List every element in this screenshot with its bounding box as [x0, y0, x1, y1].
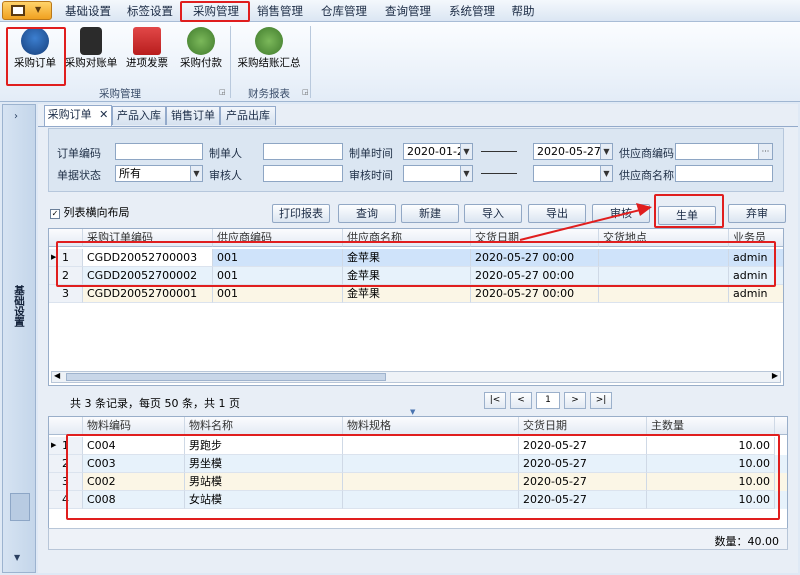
scroll-thumb[interactable]	[66, 373, 386, 381]
supplier-name-input[interactable]	[675, 165, 773, 182]
ellipsis-button[interactable]: ···	[758, 144, 772, 159]
menu-sales[interactable]: 销售管理	[254, 3, 306, 19]
audit-button[interactable]: 审核	[592, 204, 650, 223]
layout-checkbox[interactable]: ✓ 列表横向布局	[50, 204, 130, 220]
status-label: 单据状态	[57, 169, 101, 182]
group-label-purchase: 采购管理	[99, 88, 141, 100]
order-no-input[interactable]	[115, 143, 203, 160]
menu-help[interactable]: 帮助	[508, 3, 538, 19]
first-page-button[interactable]: |<	[484, 392, 506, 409]
chevron-down-icon[interactable]: ▼	[460, 144, 472, 159]
chevron-down-icon[interactable]: ▼	[600, 144, 612, 159]
input-invoice-button[interactable]: 进项发票	[119, 25, 175, 87]
highlight-purchase-menu	[180, 1, 250, 22]
chevron-down-icon: ▼	[35, 5, 42, 14]
new-button[interactable]: 新建	[401, 204, 459, 223]
group-expand-icon[interactable]: ◲	[302, 88, 309, 96]
column-header[interactable]: 物料编码	[83, 417, 185, 435]
purchase-statement-button[interactable]: 采购对账单	[63, 25, 119, 87]
print-report-button[interactable]: 打印报表	[272, 204, 330, 223]
prev-page-button[interactable]: <	[510, 392, 532, 409]
audit-to-input[interactable]: ▼	[533, 165, 613, 182]
menu-query[interactable]: 查询管理	[382, 3, 434, 19]
column-header[interactable]: 物料规格	[343, 417, 519, 435]
maker-input[interactable]	[263, 143, 343, 160]
menu-label[interactable]: 标签设置	[124, 3, 176, 19]
left-pane-scroll-thumb[interactable]	[10, 493, 30, 521]
purchase-payment-button[interactable]: 采购付款	[173, 25, 229, 87]
supplier-code-input[interactable]: ···	[675, 143, 773, 160]
menu-basic[interactable]: 基础设置	[62, 3, 114, 19]
column-header[interactable]: 主数量	[647, 417, 775, 435]
app-icon	[11, 5, 25, 16]
clipboard-icon	[80, 27, 102, 55]
detail-grid-header: 物料编码 物料名称 物料规格 交货日期 主数量	[49, 417, 787, 435]
payment-icon	[187, 27, 215, 55]
page-number-input[interactable]: 1	[536, 392, 560, 409]
highlight-order-row	[56, 241, 776, 287]
date-range-dash	[481, 151, 517, 152]
splitter-arrow-icon[interactable]: ▼	[410, 408, 415, 416]
chevron-down-icon[interactable]: ▼	[460, 166, 472, 181]
order-no-label: 订单编码	[57, 147, 101, 160]
close-icon[interactable]: ✕	[99, 108, 108, 121]
tab-purchase-order[interactable]: 采购订单 ✕	[44, 105, 112, 126]
current-row-icon: ▶	[51, 441, 57, 449]
purchase-settlement-summary-button[interactable]: 采购结账汇总	[236, 25, 302, 87]
highlight-detail-rows	[66, 434, 780, 520]
menu-warehouse[interactable]: 仓库管理	[318, 3, 370, 19]
last-page-button[interactable]: >|	[590, 392, 612, 409]
ribbon: 采购订单 采购对账单 进项发票 采购付款 采购管理 ◲ 采购结账汇总 财务报表 …	[0, 22, 800, 102]
app-menu-button[interactable]: ▼	[2, 1, 52, 20]
envelope-icon	[133, 27, 161, 55]
tab-sales-order[interactable]: 销售订单	[166, 106, 220, 125]
chevron-down-icon[interactable]: ▼	[600, 166, 612, 181]
tab-product-outbound[interactable]: 产品出库	[220, 106, 276, 125]
audit-time-label: 审核时间	[349, 169, 393, 182]
status-select[interactable]: 所有 ▼	[115, 165, 203, 182]
supplier-code-label: 供应商编码	[619, 147, 674, 160]
summary-icon	[255, 27, 283, 55]
scroll-down-icon[interactable]: ▼	[14, 553, 20, 562]
export-button[interactable]: 导出	[528, 204, 586, 223]
filter-panel: 订单编码 制单人 制单时间 2020-01-2( ▼ 2020-05-27 ▼ …	[48, 128, 784, 192]
query-button[interactable]: 查询	[338, 204, 396, 223]
group-label-finance: 财务报表	[248, 88, 290, 100]
maker-label: 制单人	[209, 147, 242, 160]
auditor-input[interactable]	[263, 165, 343, 182]
left-pane-label[interactable]: 基础设置	[13, 285, 27, 327]
column-header[interactable]: 物料名称	[185, 417, 343, 435]
scroll-right-icon[interactable]: ▶	[772, 371, 778, 380]
unaudit-button[interactable]: 弃审	[728, 204, 786, 223]
date-from-input[interactable]: 2020-01-2( ▼	[403, 143, 473, 160]
summary-bar: 数量：40.00	[48, 528, 788, 550]
column-header[interactable]: 交货日期	[519, 417, 647, 435]
expand-arrow-icon[interactable]: ›	[14, 111, 18, 122]
next-page-button[interactable]: >	[564, 392, 586, 409]
table-row[interactable]: 3 CGDD20052700001 001 金苹果 2020-05-27 00:…	[49, 285, 783, 303]
date-range-dash	[481, 173, 517, 174]
make-time-label: 制单时间	[349, 147, 393, 160]
tab-strip-line	[38, 126, 798, 127]
menu-bar: ▼ 基础设置 标签设置 采购管理 销售管理 仓库管理 查询管理 系统管理 帮助	[0, 0, 800, 22]
chevron-down-icon[interactable]: ▼	[190, 166, 202, 181]
ribbon-separator	[310, 26, 311, 98]
checkbox-checked-icon: ✓	[50, 209, 60, 219]
import-button[interactable]: 导入	[464, 204, 522, 223]
horizontal-scrollbar[interactable]: ◀ ▶	[51, 371, 781, 383]
pager-info: 共 3 条记录，每页 50 条，共 1 页	[70, 397, 240, 410]
auditor-label: 审核人	[209, 169, 242, 182]
audit-from-input[interactable]: ▼	[403, 165, 473, 182]
highlight-purchase-order	[6, 27, 66, 86]
tab-product-inbound[interactable]: 产品入库	[112, 106, 166, 125]
date-to-input[interactable]: 2020-05-27 ▼	[533, 143, 613, 160]
highlight-generate-button	[654, 194, 724, 228]
scroll-left-icon[interactable]: ◀	[54, 371, 60, 380]
total-quantity: 数量：40.00	[714, 535, 780, 548]
group-expand-icon[interactable]: ◲	[219, 88, 226, 96]
menu-system[interactable]: 系统管理	[446, 3, 498, 19]
left-nav-pane: › 基础设置 ▼	[2, 104, 36, 573]
ribbon-separator	[230, 26, 231, 98]
supplier-name-label: 供应商名称	[619, 169, 674, 182]
